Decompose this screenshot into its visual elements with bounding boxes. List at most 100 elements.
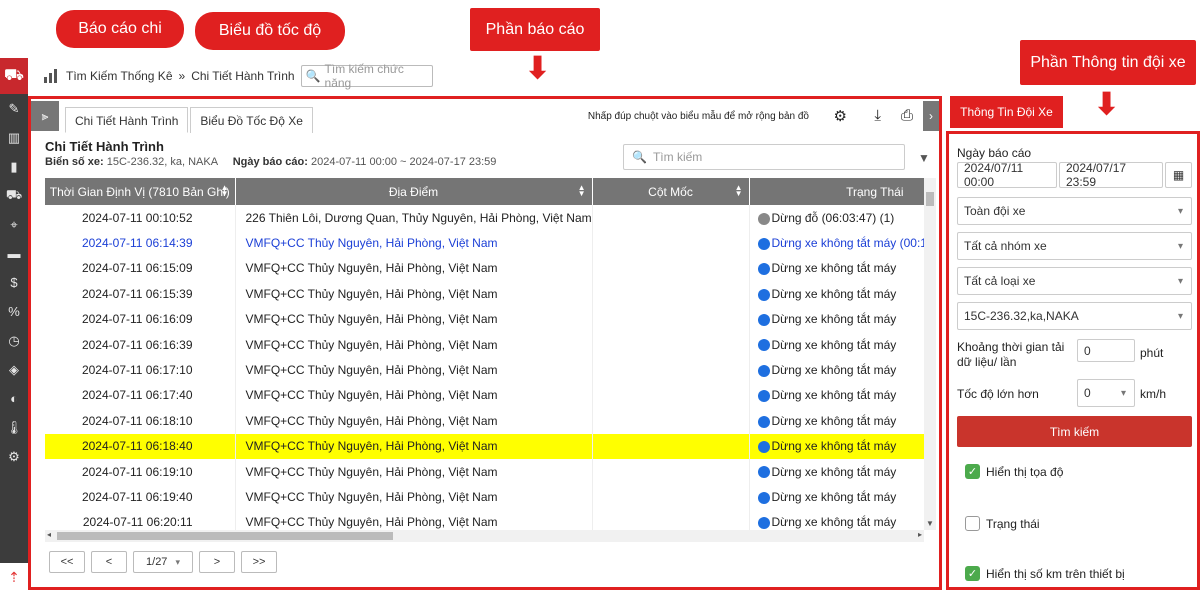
scroll-top-icon[interactable]: ⇡ (0, 563, 28, 591)
table-row[interactable]: 2024-07-11 06:19:40 VMFQ+CC Thủy Nguyên, … (45, 484, 924, 510)
map-pin-icon[interactable]: ✎ (0, 94, 28, 123)
table-row[interactable]: 2024-07-11 06:18:10 VMFQ+CC Thủy Nguyên, … (45, 408, 924, 434)
speed-select[interactable]: 0 (1077, 379, 1135, 407)
breadcrumb-item[interactable]: Chi Tiết Hành Trình (191, 69, 294, 83)
filter-icon[interactable]: ▼ (918, 151, 930, 165)
gear-icon[interactable]: ⚙ (0, 442, 28, 471)
cell-place: VMFQ+CC Thủy Nguyên, Hải Phòng, Việt Nam (235, 408, 593, 434)
chart-icon[interactable]: ▥ (0, 123, 28, 152)
table-row[interactable]: 2024-07-11 00:10:52 226 Thiên Lôi, Dương … (45, 205, 924, 231)
search-icon: 🔍 (632, 150, 647, 164)
truck-icon[interactable]: ⛟ (0, 181, 28, 210)
page-select[interactable]: 1/27 ▾ (133, 551, 193, 573)
cell-time: 2024-07-11 06:20:11 (45, 509, 236, 530)
date-to-input[interactable]: 2024/07/17 23:59 (1059, 161, 1163, 189)
table-row[interactable]: 2024-07-11 06:18:40 VMFQ+CC Thủy Nguyên, … (45, 433, 924, 459)
last-page-button[interactable]: >> (241, 551, 277, 573)
horizontal-scrollbar[interactable]: ◂ ▸ (45, 530, 924, 542)
fuel-icon[interactable]: ▮ (0, 152, 28, 181)
table-row[interactable]: 2024-07-11 06:15:39 VMFQ+CC Thủy Nguyên, … (45, 281, 924, 307)
search-button[interactable]: Tìm kiếm (957, 416, 1192, 447)
report-search-placeholder: Tìm kiếm (652, 150, 703, 164)
column-header-place[interactable]: Địa Điểm ▲ ▼ (235, 178, 593, 205)
status-text: Dừng xe không tắt máy (771, 312, 897, 327)
cell-place: VMFQ+CC Thủy Nguyên, Hải Phòng, Việt Nam (235, 230, 593, 256)
status-dot-icon (757, 491, 770, 504)
cell-status: Dừng xe không tắt máy (749, 433, 924, 459)
next-page-button[interactable]: > (199, 551, 235, 573)
calendar-icon[interactable]: ▦ (1165, 162, 1192, 188)
vehicle-select[interactable]: 15C-236.32,ka,NAKA (957, 302, 1192, 330)
briefcase-icon[interactable]: ▬ (0, 239, 28, 268)
print-icon[interactable]: ⎙ (901, 107, 913, 124)
cell-status: Dừng xe không tắt máy (749, 255, 924, 282)
money-icon[interactable]: $ (0, 268, 28, 297)
table-row[interactable]: 2024-07-11 06:16:09 VMFQ+CC Thủy Nguyên, … (45, 306, 924, 332)
breadcrumb-item[interactable]: Tìm Kiếm Thống Kê (66, 69, 173, 83)
cell-time: 2024-07-11 06:16:09 (45, 306, 236, 332)
cell-milestone (592, 357, 750, 383)
function-search-input[interactable]: 🔍 Tìm kiếm chức năng (300, 62, 433, 90)
route-icon[interactable]: ⌖ (0, 210, 28, 239)
speed-unit: km/h (1140, 387, 1167, 401)
status-text: Dừng xe không tắt máy (771, 439, 897, 454)
cell-milestone (592, 205, 750, 231)
vehicle-type-select[interactable]: Tất cả loại xe (957, 267, 1192, 295)
tab-trip-detail[interactable]: Chi Tiết Hành Trình (65, 107, 189, 133)
tab-speed-chart[interactable]: Biểu Đồ Tốc Độ Xe (190, 107, 313, 133)
shield-icon[interactable]: ◈ (0, 355, 28, 384)
tab-fleet-info[interactable]: Thông Tin Đội Xe (950, 96, 1063, 128)
date-from-input[interactable]: 2024/07/11 00:00 (957, 161, 1057, 189)
chevron-down-icon: ▾ (175, 556, 180, 567)
column-header-status[interactable]: Trạng Thái (749, 178, 924, 205)
percent-icon[interactable]: % (0, 297, 28, 326)
cell-status: Dừng xe không tắt máy (749, 484, 924, 510)
cell-status: Dừng xe không tắt máy (749, 357, 924, 383)
cell-place: VMFQ+CC Thủy Nguyên, Hải Phòng, Việt Nam (235, 255, 593, 282)
cell-milestone (592, 331, 750, 358)
clock-icon[interactable]: ◷ (0, 326, 28, 355)
checkbox-empty-icon (965, 516, 980, 531)
vehicle-group-select[interactable]: Tất cả nhóm xe (957, 232, 1192, 260)
cell-status: Dừng xe không tắt máy (749, 281, 924, 307)
expand-panel-icon[interactable]: ⫸ (31, 101, 59, 131)
toolbar-hint: Nhấp đúp chuột vào biểu mẫu để mở rộng b… (587, 111, 809, 122)
cell-time: 2024-07-11 06:14:39 (45, 230, 236, 256)
table-row[interactable]: 2024-07-11 06:15:09 VMFQ+CC Thủy Nguyên, … (45, 255, 924, 282)
report-search-input[interactable]: 🔍 Tìm kiếm (623, 144, 905, 170)
show-km-label: Hiển thị số km trên thiết bị (986, 566, 1125, 581)
sort-icon[interactable]: ▲ ▼ (221, 184, 229, 198)
show-km-checkbox[interactable]: ✓ Hiển thị số km trên thiết bị (965, 566, 1125, 581)
home-icon[interactable]: ⛟ (0, 58, 28, 94)
check-icon: ✓ (965, 464, 980, 479)
status-text: Dừng xe không tắt máy (771, 388, 897, 403)
table-row[interactable]: 2024-07-11 06:19:10 VMFQ+CC Thủy Nguyên, … (45, 458, 924, 485)
gear-icon[interactable]: ⚙ (834, 107, 847, 125)
date-range-label: Ngày báo cáo (957, 146, 1032, 160)
download-icon[interactable]: ⤓ (874, 107, 881, 124)
status-checkbox[interactable]: Trạng thái (965, 516, 1040, 531)
fleet-select[interactable]: Toàn đội xe (957, 197, 1192, 225)
table-row[interactable]: 2024-07-11 06:16:39 VMFQ+CC Thủy Nguyên, … (45, 331, 924, 358)
table-row[interactable]: 2024-07-11 06:17:10 VMFQ+CC Thủy Nguyên, … (45, 357, 924, 383)
status-text: Dừng đỗ (06:03:47) (1) (771, 210, 895, 225)
column-header-time[interactable]: Thời Gian Định Vị (7810 Bản Ghi) ▲ ▼ (45, 178, 236, 205)
table-row[interactable]: 2024-07-11 06:20:11 VMFQ+CC Thủy Nguyên, … (45, 509, 924, 530)
camera-icon[interactable]: ◐ (0, 384, 28, 413)
cell-milestone (592, 255, 750, 282)
first-page-button[interactable]: << (49, 551, 85, 573)
collapse-panel-icon[interactable]: › (923, 101, 939, 131)
vertical-scrollbar[interactable]: ▼ (924, 178, 936, 530)
sort-icon[interactable]: ▲ ▼ (735, 184, 743, 198)
column-header-milestone[interactable]: Cột Mốc ▲ ▼ (592, 178, 750, 205)
prev-page-button[interactable]: < (91, 551, 127, 573)
thermometer-icon[interactable]: 🌡 (0, 413, 28, 442)
show-coords-checkbox[interactable]: ✓ Hiển thị tọa độ (965, 464, 1063, 479)
sort-icon[interactable]: ▲ ▼ (578, 184, 586, 198)
table-row[interactable]: 2024-07-11 06:17:40 VMFQ+CC Thủy Nguyên, … (45, 382, 924, 409)
arrow-down-icon: ⬇ (525, 52, 551, 85)
interval-input[interactable]: 0 (1077, 339, 1135, 362)
speed-label: Tốc độ lớn hơn (957, 387, 1039, 401)
table-row[interactable]: 2024-07-11 06:14:39 VMFQ+CC Thủy Nguyên, … (45, 230, 924, 256)
cell-status: Dừng xe không tắt máy (749, 331, 924, 358)
